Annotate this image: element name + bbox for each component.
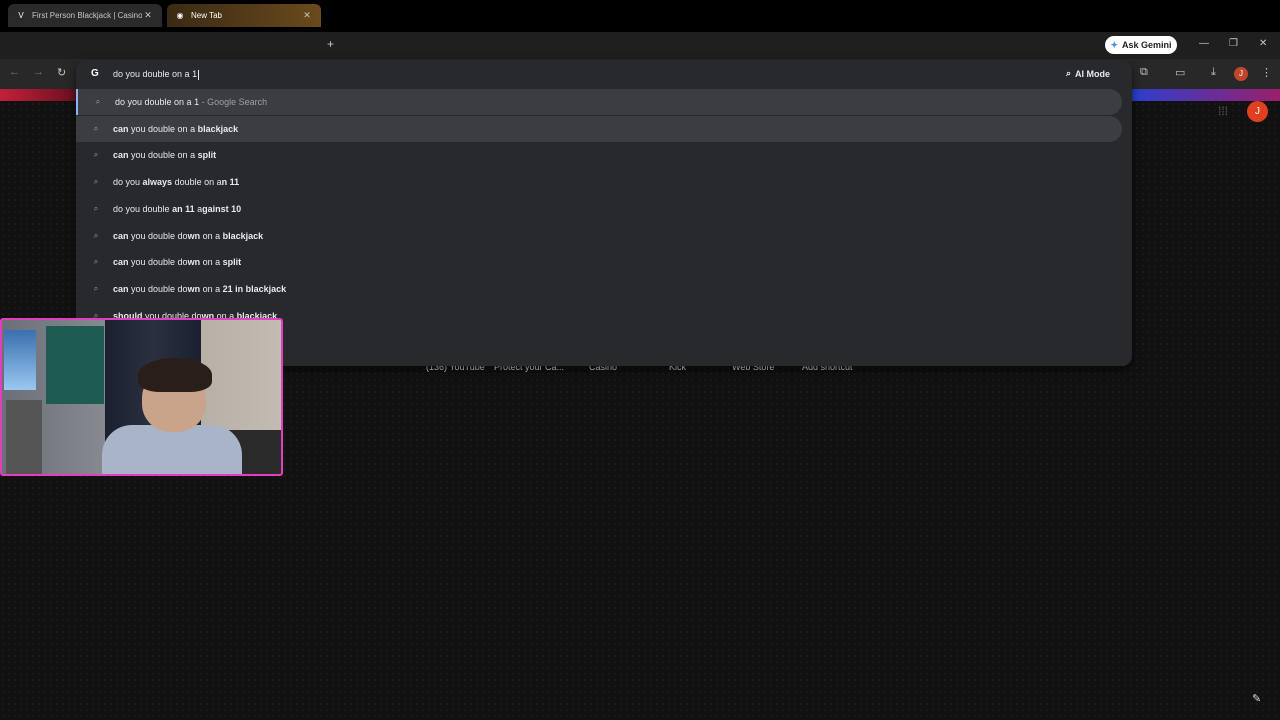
suggestion-text: do you double on a 1 - Google Search xyxy=(115,97,267,107)
suggestion-bold-part: blackjack xyxy=(222,230,264,241)
suggestion-item[interactable]: ⌕ do you always double on an 11 xyxy=(76,169,1122,195)
back-icon[interactable]: ← xyxy=(9,66,20,78)
suggestion-text: can you double on a split xyxy=(113,150,216,160)
chrome-favicon-icon: ◉ xyxy=(176,11,184,20)
suggestion-part: do you double xyxy=(113,203,173,214)
suggestion-item[interactable]: ⌕ can you double on a blackjack xyxy=(76,115,1122,142)
suggestion-text: can you double down on a split xyxy=(113,257,241,267)
page-accent-left xyxy=(0,89,76,101)
suggestion-bold-part: n 11 xyxy=(221,177,240,188)
suggestion-text: can you double down on a blackjack xyxy=(113,231,263,241)
suggestion-text: do you always double on an 11 xyxy=(113,177,239,187)
forward-icon[interactable]: → xyxy=(33,66,44,78)
suggestion-part: you double do xyxy=(128,257,188,268)
ai-mode-button[interactable]: ⌕ AI Mode xyxy=(1066,68,1110,79)
search-icon: ⌕ xyxy=(93,150,99,160)
profile-avatar[interactable]: J xyxy=(1234,67,1248,81)
close-window-button[interactable]: ✕ xyxy=(1259,38,1267,49)
suggestion-item[interactable]: ⌕ do you double on a 1 - Google Search xyxy=(76,89,1122,115)
suggestion-part: you double do xyxy=(128,283,188,294)
suggestion-bold-part: wn xyxy=(187,283,201,294)
webcam-overlay xyxy=(0,318,283,476)
suggestion-item[interactable]: ⌕ can you double down on a split xyxy=(76,249,1122,275)
suggestion-bold-part: gainst 10 xyxy=(202,203,242,214)
suggestion-text: do you double an 11 against 10 xyxy=(113,204,241,214)
suggestion-part: do you xyxy=(113,177,143,188)
suggestion-bold-part: an 11 xyxy=(172,203,195,214)
new-tab-button[interactable]: + xyxy=(327,37,334,51)
suggestion-part: a xyxy=(194,203,203,214)
webcam-drawer xyxy=(6,400,42,474)
webcam-banner xyxy=(46,326,104,404)
ai-mode-label: AI Mode xyxy=(1075,68,1111,79)
omnibox-input-row[interactable]: G do you double on a 1 ⌕ AI Mode xyxy=(76,60,1132,88)
apps-grid-icon[interactable]: ⁞⁞⁞ xyxy=(1218,104,1228,118)
text-caret xyxy=(198,69,200,80)
tab-search-icon[interactable]: ▭ xyxy=(1175,66,1185,79)
customize-edit-icon[interactable]: ✎ xyxy=(1252,692,1261,705)
suggestion-bold-part: wn xyxy=(187,230,201,241)
gemini-spark-icon: ✦ xyxy=(1110,39,1118,50)
suggestion-text: can you double on a blackjack xyxy=(113,124,238,134)
ask-gemini-label: Ask Gemini xyxy=(1122,40,1172,50)
suggestion-part: on a xyxy=(200,257,223,268)
restore-button[interactable]: ❐ xyxy=(1229,38,1238,49)
tab-strip xyxy=(0,32,1280,59)
suggestion-bold-part: split xyxy=(197,150,217,161)
search-icon: ⌕ xyxy=(95,97,101,106)
close-tab-icon[interactable]: ✕ xyxy=(301,10,313,21)
suggestion-item[interactable]: ⌕ can you double down on a 21 in blackjac… xyxy=(76,276,1122,302)
omnibox-input[interactable]: do you double on a 1 xyxy=(113,69,200,80)
ai-search-icon: ⌕ xyxy=(1066,68,1072,78)
suggestion-part: double on a xyxy=(172,177,222,188)
webcam-person-hair xyxy=(138,358,212,392)
search-icon: ⌕ xyxy=(93,230,99,240)
tab-title: New Tab xyxy=(191,11,222,20)
suggestion-part: do you double on a 1 xyxy=(115,97,200,107)
tab-new-tab[interactable]: ◉ New Tab ✕ xyxy=(167,4,321,27)
reload-icon[interactable]: ↻ xyxy=(57,66,66,79)
tab-title: First Person Blackjack | Casino | xyxy=(32,11,142,20)
suggestion-bold-part: blackjack xyxy=(197,123,239,134)
suggestion-bold-part: can xyxy=(113,150,129,161)
suggestion-bold-part: wn xyxy=(187,257,201,268)
suggestion-part: you double on a xyxy=(128,123,198,134)
search-icon: ⌕ xyxy=(93,123,99,133)
suggestion-part: you double on a xyxy=(128,150,198,161)
search-icon: ⌕ xyxy=(93,283,99,293)
suggestion-part: - Google Search xyxy=(199,97,268,107)
google-g-icon: G xyxy=(91,68,99,79)
tab-blackjack[interactable]: V First Person Blackjack | Casino | ✕ xyxy=(8,4,162,27)
downloads-icon[interactable]: ⤓ xyxy=(1211,66,1216,79)
suggestion-part: you double do xyxy=(128,230,188,241)
menu-icon[interactable]: ⋮ xyxy=(1261,66,1272,79)
suggestion-bold-part: can xyxy=(113,257,129,268)
search-icon: ⌕ xyxy=(93,203,99,213)
suggestion-bold-part: can xyxy=(113,230,129,241)
suggestion-item[interactable]: ⌕ can you double on a split xyxy=(76,142,1122,168)
extensions-icon[interactable]: ⧉ xyxy=(1140,66,1148,79)
suggestion-item[interactable]: ⌕ do you double an 11 against 10 xyxy=(76,196,1122,222)
suggestion-bold-part: 21 in blackjack xyxy=(222,283,287,294)
suggestion-part: on a xyxy=(200,283,223,294)
suggestion-bold-part: can xyxy=(113,283,129,294)
webcam-monitor xyxy=(4,330,36,390)
search-icon: ⌕ xyxy=(93,177,99,187)
webcam-person-shirt xyxy=(102,425,242,474)
suggestion-item[interactable]: ⌕ can you double down on a blackjack xyxy=(76,223,1122,249)
close-tab-icon[interactable]: ✕ xyxy=(142,10,154,21)
minimize-button[interactable]: — xyxy=(1199,38,1209,49)
ask-gemini-button[interactable]: ✦ Ask Gemini xyxy=(1105,36,1177,54)
omnibox-query: do you double on a 1 xyxy=(113,69,198,79)
v-favicon-icon: V xyxy=(18,11,24,20)
page-accent-right xyxy=(1132,89,1280,101)
suggestion-part: on a xyxy=(200,230,223,241)
search-icon: ⌕ xyxy=(93,257,99,267)
suggestion-bold-part: can xyxy=(113,123,129,134)
account-avatar[interactable]: J xyxy=(1247,101,1268,122)
suggestion-text: can you double down on a 21 in blackjack xyxy=(113,284,286,294)
suggestion-bold-part: always xyxy=(142,177,173,188)
suggestion-bold-part: split xyxy=(222,257,242,268)
